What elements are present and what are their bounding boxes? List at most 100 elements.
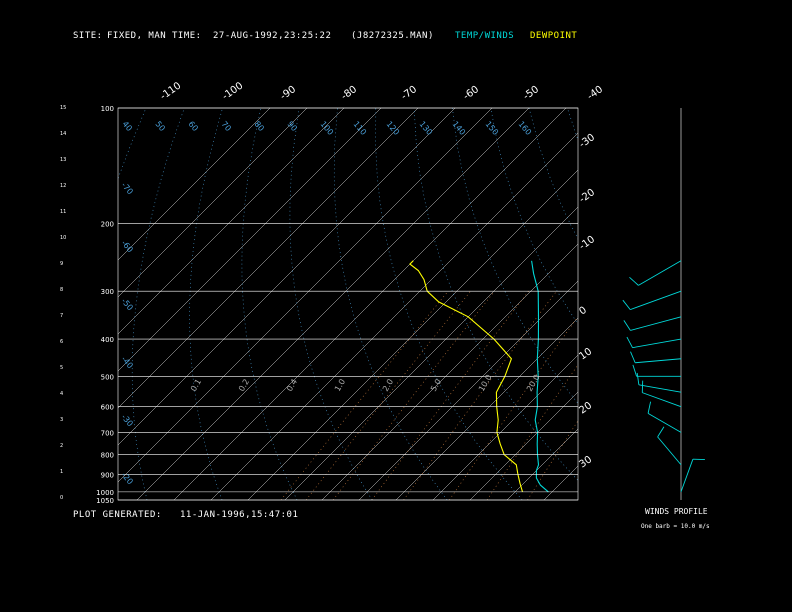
mixing-ratio-line	[280, 291, 449, 500]
pressure-tick-label: 200	[101, 221, 114, 229]
isotherm-line	[395, 317, 578, 500]
dry-adiabat-label: 150	[483, 120, 500, 137]
height-tick-label: 2	[60, 443, 63, 449]
isotherm-label-right: 30	[577, 454, 594, 470]
dry-adiabat-line	[682, 108, 792, 500]
pressure-tick-label: 400	[101, 336, 114, 344]
dry-adiabat-line	[375, 108, 523, 500]
dry-adiabat-label-left: -60	[119, 239, 134, 255]
height-tick-label: 0	[60, 495, 63, 501]
dry-adiabat-line	[413, 108, 578, 481]
isotherm-line	[118, 108, 382, 372]
winds-profile-title: WINDS PROFILE	[645, 507, 708, 516]
isotherm-label-right: 20	[577, 400, 594, 416]
dry-adiabat-label: 110	[351, 120, 368, 137]
isotherm-label-top: -50	[521, 84, 541, 102]
isotherm-label-right: -30	[577, 132, 597, 150]
pressure-tick-label: 800	[101, 452, 114, 460]
isotherm-line	[432, 354, 578, 500]
mixing-ratio-line	[332, 291, 495, 500]
dry-adiabat-line	[490, 108, 578, 325]
pressure-tick-label: 1050	[96, 497, 114, 505]
isotherm-line	[118, 108, 271, 261]
pressure-tick-label: 100	[101, 105, 114, 113]
height-tick-label: 13	[60, 157, 66, 163]
plot-generated-label: PLOT GENERATED:	[73, 510, 162, 520]
height-tick-label: 6	[60, 339, 63, 345]
wind-barb-flag	[623, 320, 631, 331]
dry-adiabat-label: 160	[516, 120, 533, 137]
mixing-ratio-label: 0.2	[237, 377, 251, 393]
isotherm-label-top: -60	[461, 84, 481, 102]
height-tick-label: 10	[60, 235, 66, 241]
wind-barb	[632, 338, 682, 349]
dry-adiabat-line	[0, 108, 108, 500]
wind-barb	[680, 459, 694, 493]
isotherm-line	[321, 243, 578, 500]
dry-adiabat-line	[528, 108, 578, 240]
isotherm-line	[118, 108, 493, 483]
dry-adiabat-line	[333, 108, 448, 500]
isotherm-line	[284, 206, 578, 500]
wind-barb-flag	[647, 401, 652, 414]
height-tick-label: 11	[60, 209, 66, 215]
isotherm-line	[358, 280, 578, 500]
wind-barb-flag	[657, 426, 665, 438]
dry-adiabat-label-left: -20	[119, 471, 134, 487]
isotherm-line	[581, 108, 792, 500]
isotherm-line	[543, 465, 578, 500]
mixing-ratio-label: 1.0	[333, 377, 347, 393]
dry-adiabat-line	[131, 108, 185, 500]
dry-adiabat-line	[644, 108, 792, 500]
dry-adiabat-label: 120	[384, 120, 401, 137]
wind-barb	[630, 290, 682, 311]
wind-barb	[642, 392, 682, 408]
pressure-tick-label: 900	[101, 471, 114, 479]
isotherm-label-right: 10	[577, 346, 594, 362]
height-tick-label: 5	[60, 365, 63, 371]
mixing-ratio-label: 0.1	[189, 377, 203, 393]
plot-area	[0, 108, 792, 500]
dry-adiabat-label-left: -30	[119, 413, 134, 429]
skew-t-chart: 1002003004005006007008009001000105001234…	[0, 80, 792, 505]
height-tick-label: 9	[60, 261, 63, 267]
isotherm-label-right: -10	[577, 234, 597, 252]
wind-barb	[638, 384, 682, 393]
mixing-ratio-line	[371, 291, 529, 500]
isotherm-label-top: -110	[158, 80, 183, 102]
dry-adiabat-line	[606, 108, 792, 500]
isotherm-label-right: -20	[577, 187, 597, 205]
wind-barb-flag	[632, 364, 638, 377]
height-tick-label: 8	[60, 287, 63, 293]
dry-adiabat-line	[452, 108, 578, 404]
dry-adiabat-label: 90	[285, 120, 298, 134]
wind-barb-flag	[630, 351, 636, 363]
wind-barb	[638, 260, 682, 286]
dry-adiabat-label-left: -50	[119, 297, 134, 313]
height-tick-label: 15	[60, 105, 66, 111]
wind-barb-flag	[626, 336, 633, 348]
pressure-tick-label: 700	[101, 429, 114, 437]
wind-barb-flag	[622, 299, 631, 310]
wind-barb	[657, 436, 682, 466]
height-tick-label: 7	[60, 313, 63, 319]
isotherm-line	[136, 108, 530, 500]
dry-adiabat-label: 50	[153, 120, 166, 134]
dry-adiabat-line	[721, 108, 792, 500]
dry-adiabat-label: 100	[318, 120, 335, 137]
dry-adiabat-label: 70	[219, 120, 232, 134]
isotherm-label-top: -80	[339, 84, 359, 102]
pressure-tick-label: 300	[101, 288, 114, 296]
isotherm-line	[118, 108, 345, 335]
mixing-ratio-label: 5.0	[429, 377, 443, 393]
isotherm-label-top: -100	[220, 80, 245, 102]
mixing-ratio-line	[527, 420, 578, 500]
dry-adiabat-line	[759, 108, 792, 500]
pressure-tick-label: 1000	[96, 489, 114, 497]
height-tick-label: 3	[60, 417, 63, 423]
dry-adiabat-label: 140	[450, 120, 467, 137]
height-tick-label: 12	[60, 183, 66, 189]
isotherm-line	[118, 108, 308, 298]
mixing-ratio-label: 2.0	[381, 377, 395, 393]
wind-barb-flag	[629, 276, 639, 286]
